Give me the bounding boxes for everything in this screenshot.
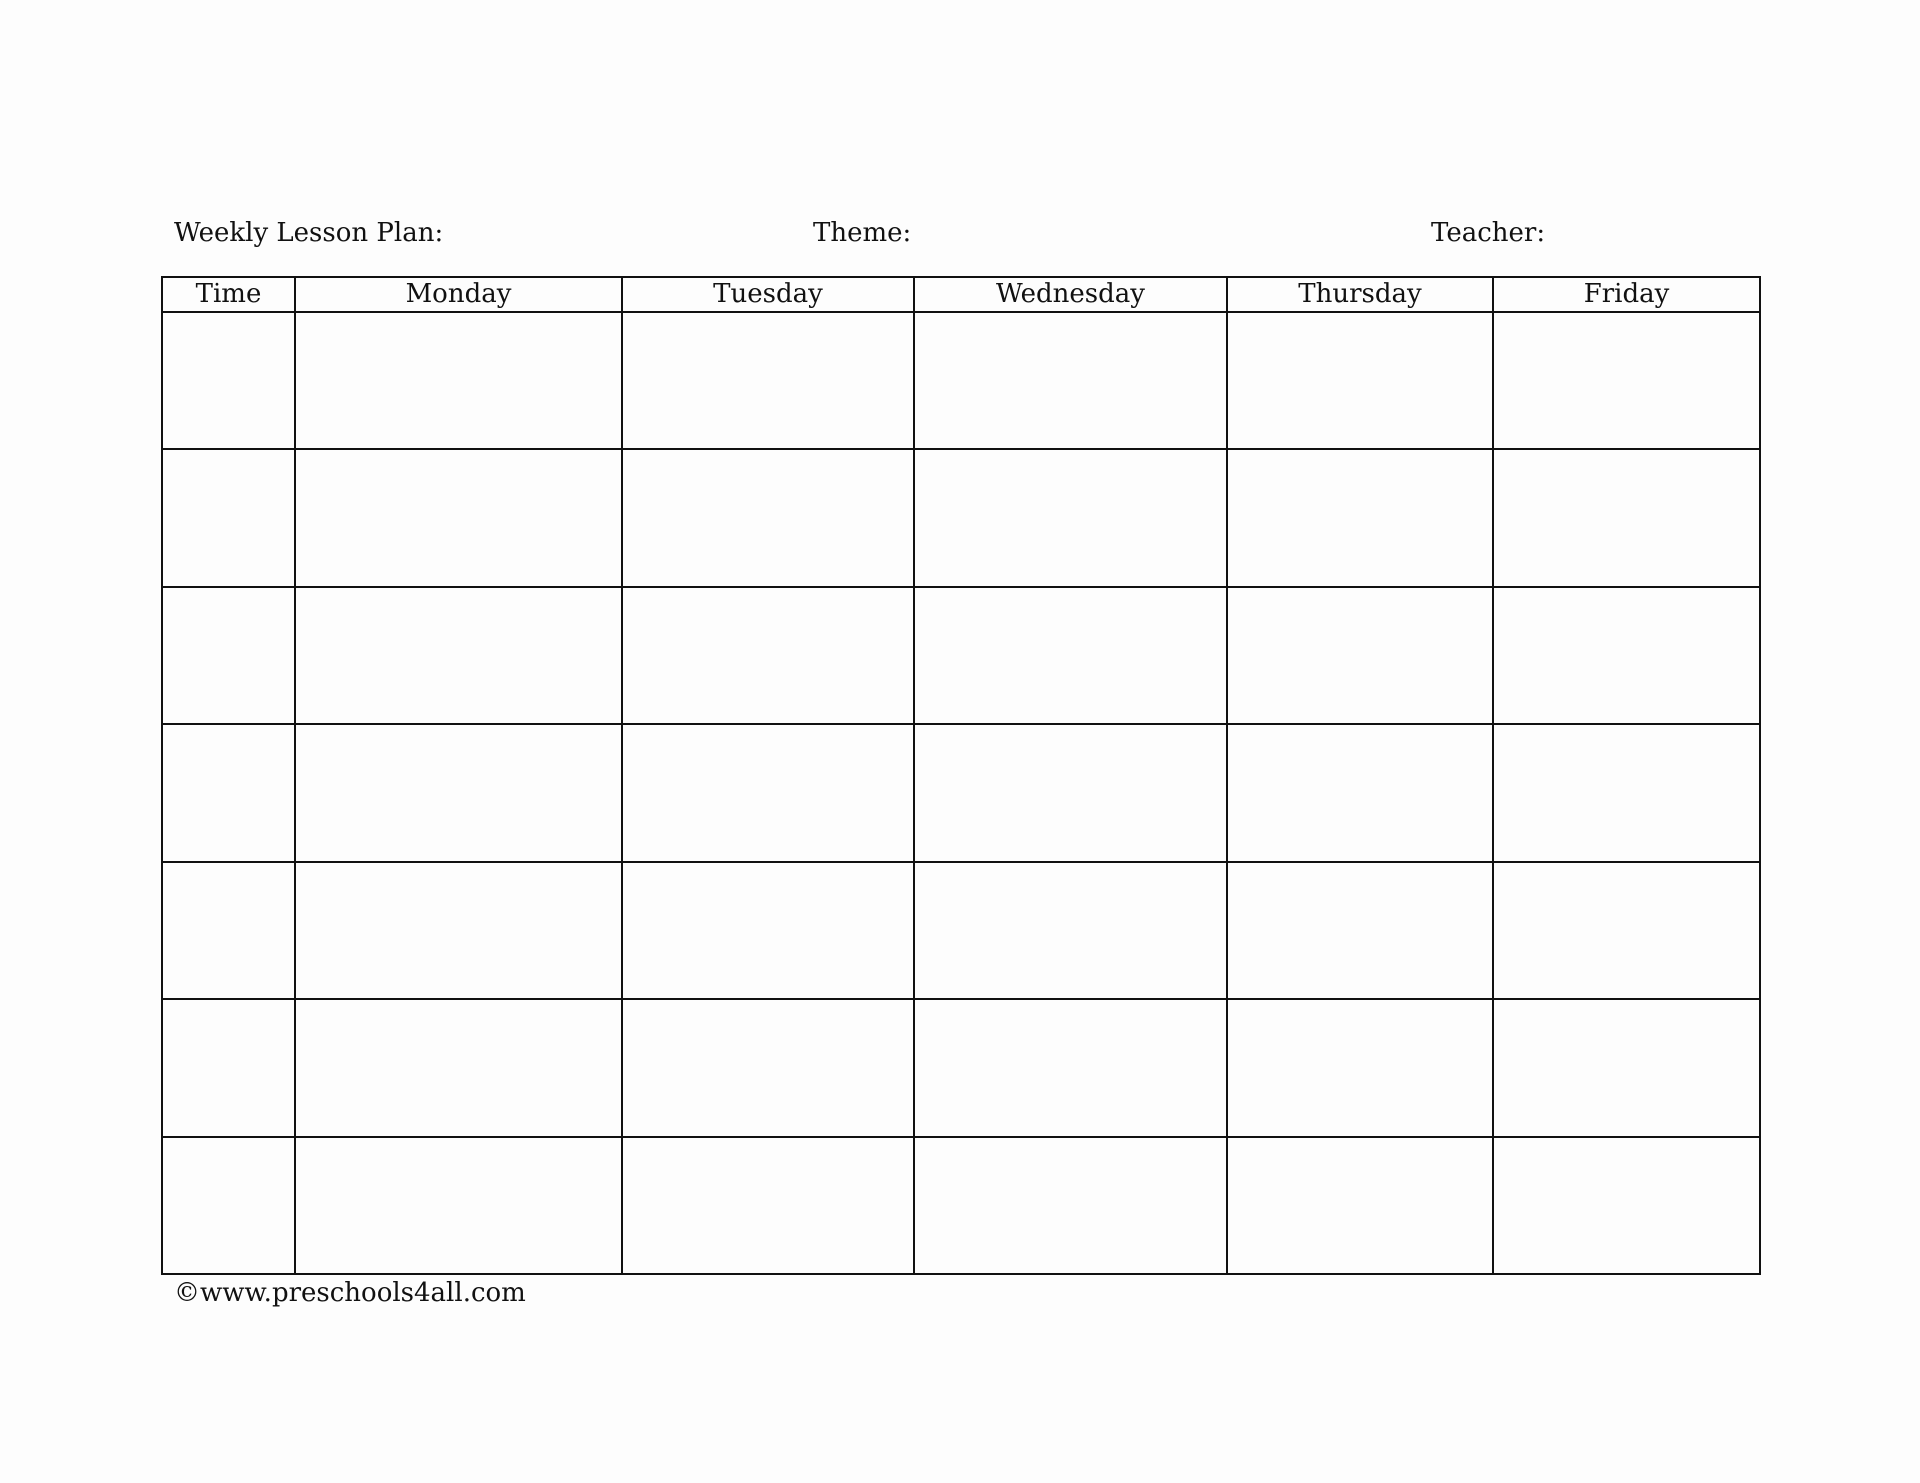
cell-time[interactable] — [161, 998, 296, 1138]
cell-friday[interactable] — [1492, 585, 1761, 726]
cell-thursday[interactable] — [1226, 448, 1494, 588]
cell-thursday[interactable] — [1226, 998, 1494, 1138]
cell-tuesday[interactable] — [621, 1135, 915, 1276]
cell-monday[interactable] — [294, 998, 623, 1138]
cell-monday[interactable] — [294, 1135, 623, 1276]
cell-thursday[interactable] — [1226, 723, 1494, 863]
table-row — [161, 310, 1761, 451]
cell-thursday[interactable] — [1226, 1135, 1494, 1276]
lesson-plan-table: Time Monday Tuesday Wednesday Thursday F… — [161, 276, 1761, 1276]
cell-tuesday[interactable] — [621, 860, 915, 1001]
column-header-time: Time — [161, 276, 296, 313]
cell-tuesday[interactable] — [621, 310, 915, 451]
cell-friday[interactable] — [1492, 448, 1761, 588]
lesson-plan-title-label: Weekly Lesson Plan: — [174, 218, 444, 248]
cell-friday[interactable] — [1492, 723, 1761, 863]
cell-monday[interactable] — [294, 723, 623, 863]
column-header-tuesday: Tuesday — [621, 276, 915, 313]
table-row — [161, 1135, 1761, 1276]
cell-time[interactable] — [161, 585, 296, 726]
cell-tuesday[interactable] — [621, 723, 915, 863]
cell-monday[interactable] — [294, 448, 623, 588]
table-row — [161, 448, 1761, 588]
cell-wednesday[interactable] — [913, 723, 1228, 863]
cell-wednesday[interactable] — [913, 998, 1228, 1138]
cell-tuesday[interactable] — [621, 998, 915, 1138]
cell-time[interactable] — [161, 860, 296, 1001]
column-header-friday: Friday — [1492, 276, 1761, 313]
cell-friday[interactable] — [1492, 310, 1761, 451]
column-header-thursday: Thursday — [1226, 276, 1494, 313]
cell-friday[interactable] — [1492, 860, 1761, 1001]
cell-monday[interactable] — [294, 860, 623, 1001]
cell-wednesday[interactable] — [913, 310, 1228, 451]
cell-wednesday[interactable] — [913, 1135, 1228, 1276]
cell-time[interactable] — [161, 448, 296, 588]
cell-thursday[interactable] — [1226, 310, 1494, 451]
table-row — [161, 723, 1761, 863]
cell-time[interactable] — [161, 310, 296, 451]
cell-wednesday[interactable] — [913, 860, 1228, 1001]
cell-tuesday[interactable] — [621, 585, 915, 726]
teacher-label: Teacher: — [1431, 218, 1546, 248]
table-row — [161, 998, 1761, 1138]
cell-thursday[interactable] — [1226, 585, 1494, 726]
table-header-row: Time Monday Tuesday Wednesday Thursday F… — [161, 276, 1761, 313]
cell-monday[interactable] — [294, 585, 623, 726]
table-row — [161, 860, 1761, 1001]
column-header-monday: Monday — [294, 276, 623, 313]
cell-thursday[interactable] — [1226, 860, 1494, 1001]
cell-friday[interactable] — [1492, 998, 1761, 1138]
cell-monday[interactable] — [294, 310, 623, 451]
theme-label: Theme: — [813, 218, 912, 248]
cell-time[interactable] — [161, 1135, 296, 1276]
cell-time[interactable] — [161, 723, 296, 863]
column-header-wednesday: Wednesday — [913, 276, 1228, 313]
cell-wednesday[interactable] — [913, 448, 1228, 588]
cell-wednesday[interactable] — [913, 585, 1228, 726]
table-row — [161, 585, 1761, 726]
copyright-footer: ©www.preschools4all.com — [174, 1278, 526, 1308]
cell-tuesday[interactable] — [621, 448, 915, 588]
cell-friday[interactable] — [1492, 1135, 1761, 1276]
